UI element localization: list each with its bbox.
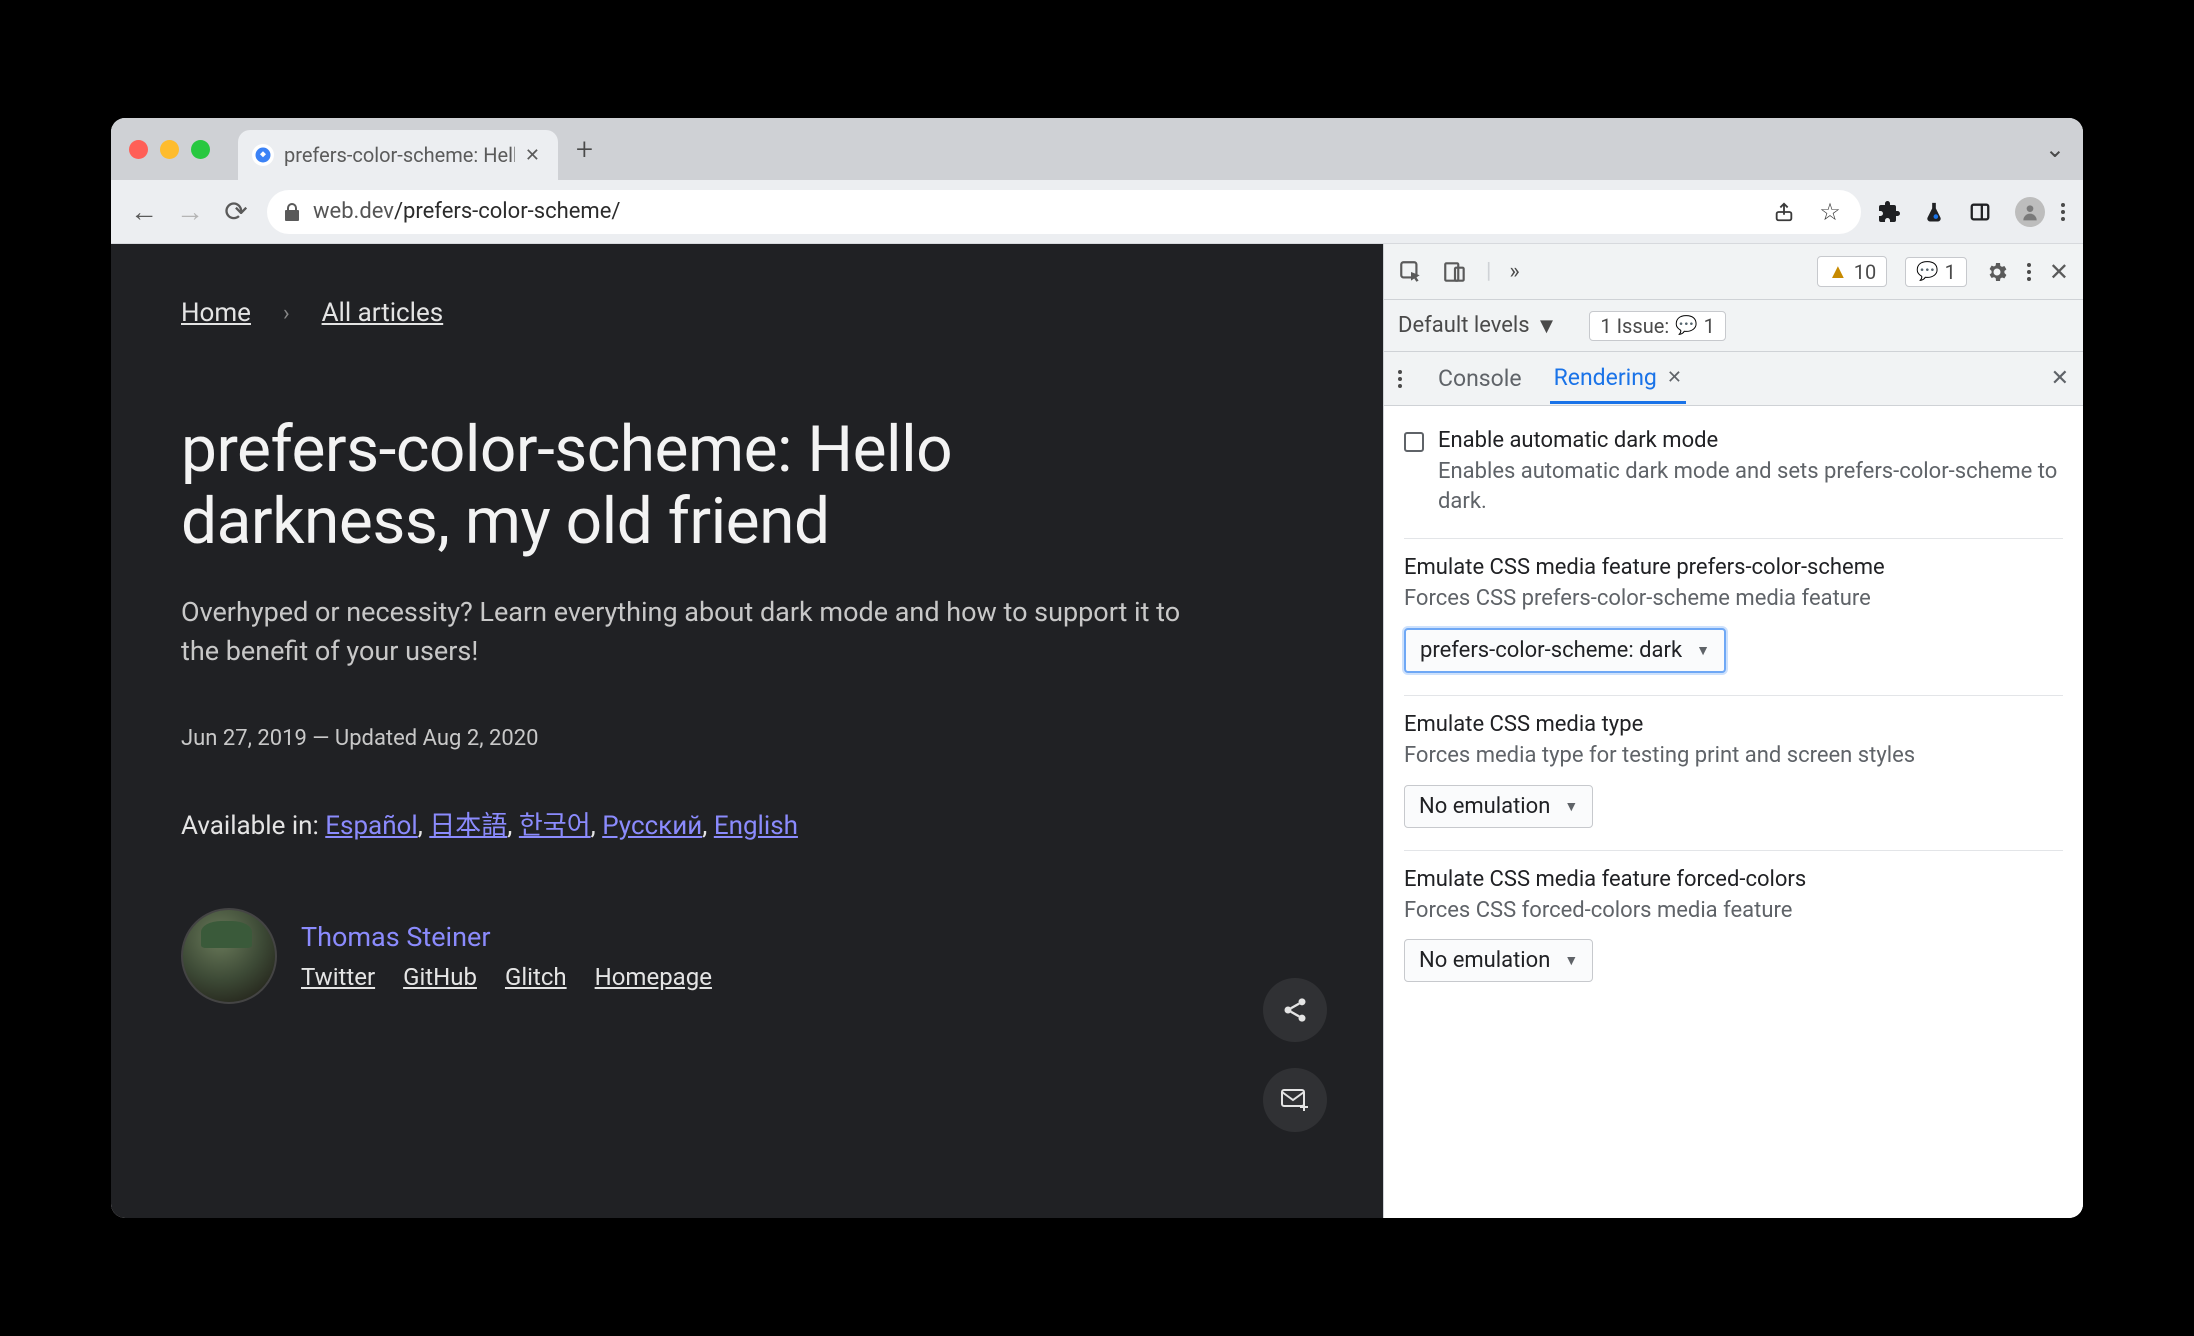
author-github-link[interactable]: GitHub: [403, 963, 477, 991]
tab-title: prefers-color-scheme: Hello da: [284, 143, 515, 167]
maximize-window-button[interactable]: [191, 140, 210, 159]
url-input[interactable]: web.dev/prefers-color-scheme/ ☆: [267, 190, 1861, 234]
lock-icon: [283, 202, 301, 222]
chevron-right-icon: ›: [283, 301, 290, 326]
media-type-select[interactable]: No emulation ▼: [1404, 785, 1593, 828]
author-homepage-link[interactable]: Homepage: [595, 963, 712, 991]
url-text: web.dev/prefers-color-scheme/: [313, 199, 1761, 224]
page-languages: Available in: Español, 日本語, 한국어, Русский…: [181, 805, 1313, 842]
tab-console[interactable]: Console: [1434, 355, 1526, 402]
browser-menu-button[interactable]: [2061, 203, 2065, 221]
forced-colors-section: Emulate CSS media feature forced-colors …: [1404, 850, 2063, 1005]
bookmark-star-icon[interactable]: ☆: [1815, 198, 1845, 226]
reload-button[interactable]: ⟳: [221, 195, 251, 228]
devtools-drawer-tabs: Console Rendering ✕ ✕: [1384, 352, 2083, 406]
sidepanel-icon[interactable]: [1969, 201, 1999, 223]
subscribe-fab-button[interactable]: [1263, 1068, 1327, 1132]
web-page: Home › All articles prefers-color-scheme…: [111, 244, 1383, 1218]
issue-chat-icon: 💬: [1916, 261, 1938, 282]
drawer-menu-button[interactable]: [1398, 370, 1402, 388]
address-bar: ← → ⟳ web.dev/prefers-color-scheme/ ☆: [111, 180, 2083, 244]
author-block: Thomas Steiner Twitter GitHub Glitch Hom…: [181, 908, 1313, 1004]
new-tab-button[interactable]: +: [576, 132, 593, 167]
auto-dark-label: Enable automatic dark mode: [1438, 428, 2063, 453]
forced-colors-label: Emulate CSS media feature forced-colors: [1404, 867, 2063, 892]
auto-dark-checkbox[interactable]: [1404, 432, 1424, 452]
lang-en-link[interactable]: English: [714, 811, 798, 841]
langs-label: Available in:: [181, 811, 319, 841]
back-button[interactable]: ←: [129, 195, 159, 228]
devtools-top-bar: | » ▲ 10 💬 1 ✕: [1384, 244, 2083, 300]
author-twitter-link[interactable]: Twitter: [301, 963, 375, 991]
warnings-badge[interactable]: ▲ 10: [1817, 256, 1887, 287]
inspect-element-icon[interactable]: [1398, 259, 1424, 285]
forced-colors-select[interactable]: No emulation ▼: [1404, 939, 1593, 982]
tabs-overflow-button[interactable]: ⌄: [2045, 135, 2065, 163]
caret-down-icon: ▼: [1536, 313, 1558, 339]
caret-down-icon: ▼: [1696, 642, 1710, 659]
devtools-settings-icon[interactable]: [1985, 260, 2009, 284]
media-type-section: Emulate CSS media type Forces media type…: [1404, 695, 2063, 850]
profile-avatar-icon[interactable]: [2015, 197, 2045, 227]
prefers-scheme-section: Emulate CSS media feature prefers-color-…: [1404, 538, 2063, 695]
prefers-scheme-desc: Forces CSS prefers-color-scheme media fe…: [1404, 584, 2063, 614]
media-type-desc: Forces media type for testing print and …: [1404, 741, 2063, 771]
drawer-close-button[interactable]: ✕: [2051, 366, 2069, 391]
warning-icon: ▲: [1828, 259, 1848, 284]
lang-ru-link[interactable]: Русский: [602, 811, 702, 841]
page-subtitle: Overhyped or necessity? Learn everything…: [181, 593, 1201, 671]
lang-ko-link[interactable]: 한국어: [519, 811, 591, 841]
breadcrumb-home-link[interactable]: Home: [181, 298, 251, 328]
lang-es-link[interactable]: Español: [325, 811, 417, 841]
caret-down-icon: ▼: [1564, 798, 1578, 815]
device-toggle-icon[interactable]: [1442, 259, 1468, 285]
browser-tab[interactable]: prefers-color-scheme: Hello da ✕: [238, 130, 558, 180]
minimize-window-button[interactable]: [160, 140, 179, 159]
extensions-icon[interactable]: [1877, 200, 1907, 224]
tab-strip: prefers-color-scheme: Hello da ✕ + ⌄: [111, 118, 2083, 180]
forward-button[interactable]: →: [175, 195, 205, 228]
rendering-panel-body: Enable automatic dark mode Enables autom…: [1384, 406, 2083, 1218]
close-window-button[interactable]: [129, 140, 148, 159]
caret-down-icon: ▼: [1564, 952, 1578, 969]
media-type-label: Emulate CSS media type: [1404, 712, 2063, 737]
log-levels-dropdown[interactable]: Default levels ▼: [1398, 313, 1557, 339]
author-avatar: [181, 908, 277, 1004]
tab-close-button[interactable]: ✕: [525, 145, 540, 166]
devtools-menu-button[interactable]: [2027, 263, 2031, 281]
auto-dark-desc: Enables automatic dark mode and sets pre…: [1438, 457, 2063, 516]
author-links: Twitter GitHub Glitch Homepage: [301, 963, 712, 991]
breadcrumb-all-link[interactable]: All articles: [322, 298, 444, 328]
browser-window: prefers-color-scheme: Hello da ✕ + ⌄ ← →…: [111, 118, 2083, 1218]
window-controls: [129, 140, 210, 159]
devtools-close-button[interactable]: ✕: [2049, 258, 2069, 286]
forced-colors-desc: Forces CSS forced-colors media feature: [1404, 896, 2063, 926]
page-title: prefers-color-scheme: Hello darkness, my…: [181, 414, 1101, 557]
auto-dark-section: Enable automatic dark mode Enables autom…: [1404, 420, 2063, 538]
issues-filter-badge[interactable]: 1 Issue: 💬 1: [1589, 311, 1725, 341]
prefers-scheme-select[interactable]: prefers-color-scheme: dark ▼: [1404, 628, 1726, 673]
devtools-panel: | » ▲ 10 💬 1 ✕ Default lev: [1383, 244, 2083, 1218]
author-name-link[interactable]: Thomas Steiner: [301, 921, 712, 953]
content-area: Home › All articles prefers-color-scheme…: [111, 244, 2083, 1218]
author-glitch-link[interactable]: Glitch: [505, 963, 567, 991]
labs-flask-icon[interactable]: [1923, 200, 1953, 224]
devtools-filter-bar: Default levels ▼ 1 Issue: 💬 1: [1384, 300, 2083, 352]
share-icon[interactable]: [1773, 201, 1803, 223]
prefers-scheme-label: Emulate CSS media feature prefers-color-…: [1404, 555, 2063, 580]
issues-badge[interactable]: 💬 1: [1905, 257, 1967, 287]
tab-rendering[interactable]: Rendering ✕: [1550, 354, 1686, 404]
devtools-more-tabs-icon[interactable]: »: [1509, 259, 1519, 284]
breadcrumb: Home › All articles: [181, 298, 1313, 328]
tab-favicon-icon: [252, 144, 274, 166]
lang-ja-link[interactable]: 日本語: [429, 811, 507, 841]
share-fab-button[interactable]: [1263, 978, 1327, 1042]
issue-chat-icon: 💬: [1675, 315, 1697, 336]
close-tab-icon[interactable]: ✕: [1667, 367, 1682, 388]
page-dates: Jun 27, 2019 — Updated Aug 2, 2020: [181, 726, 1313, 751]
